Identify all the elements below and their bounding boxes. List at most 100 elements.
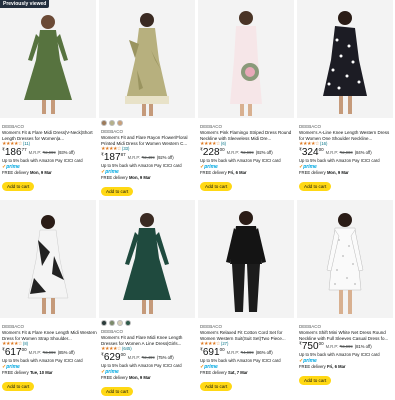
- mrp-label: M.R.P:: [127, 155, 141, 160]
- price-whole: 186: [4, 147, 22, 158]
- product-title[interactable]: Women's Fit and Flare Midi Knee Length D…: [101, 335, 196, 346]
- product-price[interactable]: ₹228 00: [200, 147, 225, 158]
- delivery-date: Mon, 9 Mar: [29, 169, 52, 175]
- product-info: DEEBACO Women's Fit & Flare Knee Length …: [2, 324, 97, 393]
- product-title[interactable]: Women's Fit & Flare Midi Dress|V-Neck|Sh…: [2, 130, 97, 141]
- mrp-value: ₹2,499: [141, 155, 155, 160]
- mrp-label: M.R.P:: [28, 350, 42, 355]
- product-price[interactable]: ₹324 00: [299, 147, 324, 158]
- discount: (93% off): [57, 150, 75, 155]
- mrp-value: ₹2,499: [141, 355, 155, 360]
- delivery-prefix: FREE delivery: [200, 369, 227, 375]
- delivery-info: FREE delivery Fri, 6 Mar: [200, 170, 295, 176]
- product-image[interactable]: [99, 200, 195, 318]
- discount: (86% off): [255, 350, 273, 355]
- price-row: ₹691 00 M.R.P: ₹4,999 (86% off): [200, 347, 295, 358]
- delivery-info: FREE delivery Tue, 10 Mar: [2, 370, 97, 376]
- color-swatch[interactable]: [101, 320, 107, 326]
- mrp: M.R.P: ₹2,999: [227, 147, 254, 158]
- product-title[interactable]: Women's Shift Mini White Net Dress Round…: [299, 330, 394, 341]
- mrp-value: ₹3,999: [339, 344, 353, 349]
- product-title[interactable]: Women's Fit and Flare Rayon Flower/Flora…: [101, 135, 196, 146]
- product-card[interactable]: DEEBACO Women's Shift Mini White Net Dre…: [297, 200, 395, 400]
- product-card[interactable]: DEEBACO Women's A-Line Knee Length Weste…: [297, 0, 395, 200]
- product-info: DEEBACO Women's Fit & Flare Midi Dress|V…: [2, 124, 97, 193]
- product-price[interactable]: ₹691 00: [200, 347, 225, 358]
- delivery-prefix: FREE delivery: [101, 374, 128, 380]
- mrp: M.R.P: ₹3,999: [29, 347, 56, 358]
- product-price[interactable]: ₹186 77: [2, 147, 27, 158]
- mrp-value: ₹4,999: [240, 350, 254, 355]
- color-swatch[interactable]: [109, 120, 115, 126]
- product-image[interactable]: [198, 0, 294, 118]
- product-price[interactable]: ₹629 00: [101, 352, 126, 363]
- delivery-prefix: FREE delivery: [200, 169, 227, 175]
- product-price[interactable]: ₹187 87: [101, 152, 126, 163]
- color-swatch[interactable]: [109, 320, 115, 326]
- mrp: M.R.P: ₹2,499: [128, 352, 155, 363]
- delivery-info: FREE delivery Mon, 9 Mar: [101, 175, 196, 181]
- product-price[interactable]: ₹617 00: [2, 347, 27, 358]
- product-title[interactable]: Women's A-Line Knee Length Western Dress…: [299, 130, 394, 141]
- price-whole: 228: [202, 147, 220, 158]
- delivery-prefix: FREE delivery: [299, 363, 326, 369]
- add-to-cart-button[interactable]: Add to cart: [299, 376, 332, 386]
- product-info: DEEBACO Women's Fit and Flare Rayon Flow…: [101, 129, 196, 198]
- product-image[interactable]: [99, 0, 195, 118]
- product-image[interactable]: [297, 200, 393, 318]
- delivery-prefix: FREE delivery: [2, 369, 29, 375]
- add-to-cart-button[interactable]: Add to cart: [101, 187, 134, 197]
- mrp: M.R.P: ₹2,999: [29, 147, 56, 158]
- color-swatch[interactable]: [117, 120, 123, 126]
- product-card[interactable]: DEEBACO Women's Pink Flamingo Striped Dr…: [198, 0, 297, 200]
- discount: (92% off): [156, 155, 174, 160]
- price-fraction: 00: [318, 147, 324, 152]
- price-fraction: 00: [219, 147, 225, 152]
- delivery-date: Mon, 9 Mar: [326, 169, 349, 175]
- mrp: M.R.P: ₹2,499: [128, 152, 155, 163]
- product-info: DEEBACO Women's Shift Mini White Net Dre…: [299, 324, 394, 387]
- discount: (81% off): [354, 344, 372, 349]
- delivery-date: Sat, 7 Mar: [227, 369, 248, 375]
- add-to-cart-button[interactable]: Add to cart: [2, 182, 35, 192]
- product-title[interactable]: Women's Pink Flamingo Striped Dress Roun…: [200, 130, 295, 141]
- delivery-date: Mon, 9 Mar: [128, 374, 151, 380]
- product-title[interactable]: Women's Relaxed Fit Cotton Cord Set for …: [200, 330, 295, 341]
- add-to-cart-button[interactable]: Add to cart: [200, 182, 233, 192]
- product-image[interactable]: [0, 200, 96, 318]
- price-whole: 324: [301, 147, 319, 158]
- mrp-value: ₹2,999: [42, 150, 56, 155]
- add-to-cart-button[interactable]: Add to cart: [299, 182, 332, 192]
- color-swatch[interactable]: [101, 120, 107, 126]
- product-image[interactable]: [297, 0, 393, 118]
- product-card[interactable]: DEEBACO Women's Relaxed Fit Cotton Cord …: [198, 200, 297, 400]
- delivery-info: FREE delivery Mon, 9 Mar: [2, 170, 97, 176]
- price-fraction: 87: [120, 152, 126, 157]
- product-title[interactable]: Women's Fit & Flare Knee Length Midi Wes…: [2, 330, 97, 341]
- product-card[interactable]: DEEBACO Women's Fit & Flare Knee Length …: [0, 200, 99, 400]
- product-card[interactable]: DEEBACO Women's Fit and Flare Rayon Flow…: [99, 0, 198, 200]
- price-fraction: 00: [318, 341, 324, 346]
- add-to-cart-button[interactable]: Add to cart: [101, 387, 134, 397]
- price-row: ₹228 00 M.R.P: ₹2,999 (92% off): [200, 147, 295, 158]
- price-row: ₹324 00 M.R.P: ₹2,000 (84% off): [299, 147, 394, 158]
- mrp-label: M.R.P:: [226, 350, 240, 355]
- delivery-prefix: FREE delivery: [101, 174, 128, 180]
- mrp-label: M.R.P:: [28, 150, 42, 155]
- delivery-date: Tue, 10 Mar: [29, 369, 53, 375]
- product-card[interactable]: Previously viewed DEEBACO Women's Fit & …: [0, 0, 99, 200]
- add-to-cart-button[interactable]: Add to cart: [200, 382, 233, 392]
- product-card[interactable]: DEEBACO Women's Fit and Flare Midi Knee …: [99, 200, 198, 400]
- color-swatches: [101, 320, 131, 326]
- discount: (75% off): [156, 355, 174, 360]
- price-row: ₹187 87 M.R.P: ₹2,499 (92% off): [101, 152, 196, 163]
- color-swatch[interactable]: [125, 320, 131, 326]
- product-image[interactable]: Previously viewed: [0, 0, 96, 118]
- product-price[interactable]: ₹750 00: [299, 341, 324, 352]
- mrp: M.R.P: ₹2,000: [326, 147, 353, 158]
- color-swatch[interactable]: [117, 320, 123, 326]
- product-image[interactable]: [198, 200, 294, 318]
- previously-viewed-badge: Previously viewed: [0, 0, 50, 8]
- add-to-cart-button[interactable]: Add to cart: [2, 382, 35, 392]
- price-row: ₹629 00 M.R.P: ₹2,499 (75% off): [101, 352, 196, 363]
